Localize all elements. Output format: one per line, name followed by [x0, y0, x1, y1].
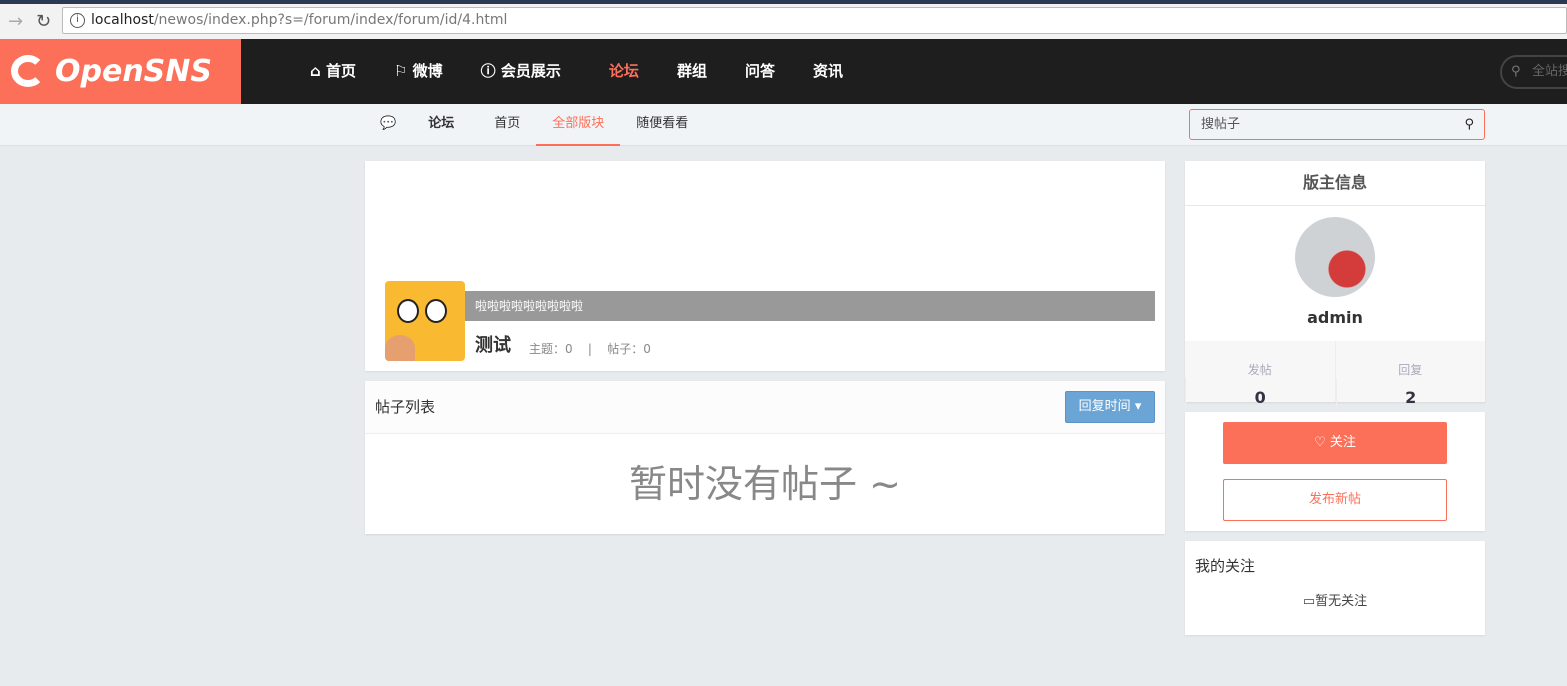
- stat-label: 发帖: [1247, 363, 1272, 377]
- caret-down-icon: ▾: [1134, 399, 1142, 414]
- search-icon: ⚲: [1511, 64, 1521, 79]
- sort-label: 回复时间: [1078, 399, 1131, 414]
- logo[interactable]: OpenSNS: [0, 39, 241, 104]
- logo-text: OpenSNS: [55, 54, 213, 89]
- global-search-input[interactable]: ⚲ 全站搜: [1500, 55, 1567, 89]
- follow-label: 关注: [1329, 435, 1356, 450]
- nav-home[interactable]: ⌂ 首页: [310, 39, 356, 104]
- nav-groups[interactable]: 群组: [677, 39, 707, 104]
- post-list: 帖子列表 回复时间 ▾ 暂时没有帖子 ~: [365, 381, 1165, 534]
- follow-button[interactable]: ♡ 关注: [1223, 422, 1447, 464]
- forum-header: 啦啦啦啦啦啦啦啦啦 测试 主题：0 | 帖子：0: [365, 161, 1165, 371]
- sort-dropdown[interactable]: 回复时间 ▾: [1065, 391, 1155, 423]
- nav-qa[interactable]: 问答: [745, 39, 775, 104]
- my-follow-card: 我的关注 ▭暂无关注: [1185, 541, 1485, 635]
- nav-weibo[interactable]: ⚐ 微博: [394, 39, 443, 104]
- brand-label: 论坛: [428, 116, 455, 131]
- subnav-all-boards[interactable]: 全部版块: [536, 104, 621, 146]
- nav-label: 会员展示: [500, 62, 561, 80]
- flag-icon: ⚐: [393, 62, 413, 80]
- home-icon: ⌂: [310, 62, 326, 80]
- forward-icon[interactable]: →: [8, 11, 23, 32]
- inbox-icon: ▭: [1302, 594, 1316, 609]
- search-placeholder: 全站搜: [1532, 64, 1567, 79]
- forum-description: 啦啦啦啦啦啦啦啦啦: [465, 291, 1155, 321]
- post-search-input[interactable]: 搜帖子 ⚲: [1189, 109, 1485, 140]
- empty-message: 暂时没有帖子 ~: [629, 462, 901, 506]
- new-post-button[interactable]: 发布新帖: [1223, 479, 1447, 521]
- posts-count: 帖子：0: [607, 342, 651, 356]
- stat-value: 2: [1335, 378, 1486, 407]
- heart-icon: ♡: [1314, 435, 1330, 450]
- my-follow-empty: ▭暂无关注: [1185, 590, 1485, 609]
- browser-toolbar: → ↻ i localhost/newos/index.php?s=/forum/…: [0, 0, 1567, 39]
- separator: |: [587, 342, 592, 356]
- stat-posts: 发帖 0: [1185, 341, 1335, 407]
- question-circle-icon: ⓘ: [480, 62, 501, 80]
- topics-count: 主题：0: [529, 342, 573, 356]
- stat-replies: 回复 2: [1334, 341, 1486, 407]
- info-icon[interactable]: i: [70, 13, 85, 28]
- nav-forum[interactable]: 论坛: [609, 39, 639, 104]
- nav-news[interactable]: 资讯: [813, 39, 843, 104]
- subnav-random[interactable]: 随便看看: [620, 104, 704, 146]
- moderator-name[interactable]: admin: [1185, 308, 1485, 327]
- nav-members[interactable]: ⓘ 会员展示: [481, 39, 561, 104]
- logo-icon: [11, 55, 45, 87]
- comments-icon: 💬: [380, 116, 397, 131]
- search-icon[interactable]: ⚲: [1464, 110, 1474, 139]
- forum-subnav: 💬 论坛 首页 全部版块 随便看看 搜帖子 ⚲: [0, 104, 1567, 146]
- stat-label: 回复: [1398, 363, 1423, 377]
- url-host: localhost: [91, 12, 154, 28]
- url-path: /newos/index.php?s=/forum/index/forum/id…: [153, 12, 508, 28]
- avatar[interactable]: [1295, 217, 1375, 297]
- stat-value: 0: [1185, 378, 1335, 407]
- top-navbar: OpenSNS ⌂ 首页 ⚐ 微博 ⓘ 会员展示 论坛 群组 问答 资讯 ⚲ 全站…: [0, 39, 1567, 104]
- search-placeholder: 搜帖子: [1201, 117, 1241, 132]
- forum-brand[interactable]: 💬 论坛: [364, 104, 478, 146]
- forum-icon: [385, 281, 465, 361]
- empty-label: 暂无关注: [1315, 594, 1368, 609]
- reload-icon[interactable]: ↻: [36, 11, 51, 32]
- moderator-card: 版主信息 admin 发帖 0 回复 2: [1185, 161, 1486, 407]
- nav-label: 微博: [412, 62, 443, 80]
- my-follow-title: 我的关注: [1195, 557, 1256, 575]
- actions-card: ♡ 关注 发布新帖: [1185, 412, 1485, 531]
- nav-label: 首页: [325, 62, 356, 80]
- forum-name: 测试: [475, 335, 511, 356]
- moderator-title: 版主信息: [1185, 161, 1485, 206]
- post-list-title: 帖子列表: [375, 398, 436, 416]
- subnav-home[interactable]: 首页: [478, 104, 536, 146]
- forum-stats: 主题：0 | 帖子：0: [529, 340, 651, 357]
- address-bar[interactable]: i localhost/newos/index.php?s=/forum/inde…: [62, 7, 1567, 34]
